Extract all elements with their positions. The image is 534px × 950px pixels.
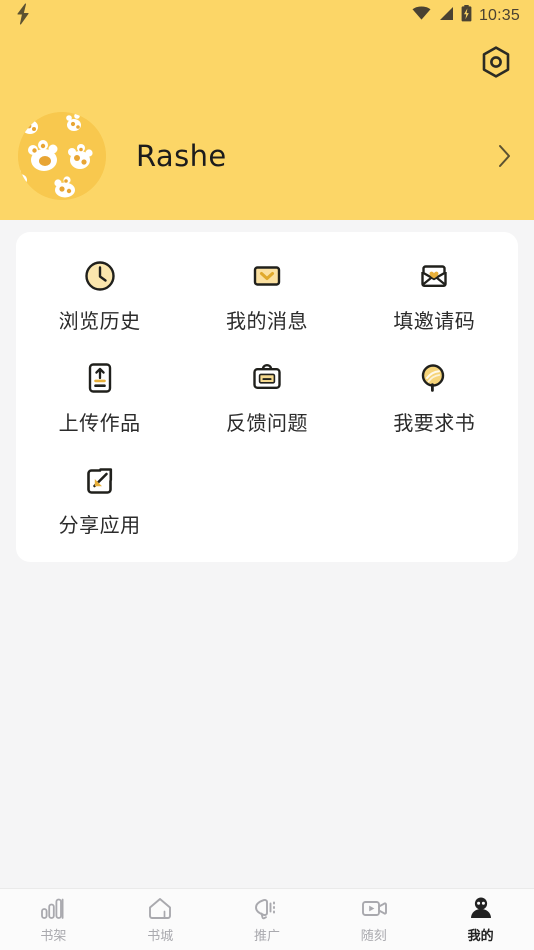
menu-item-label: 我要求书: [393, 411, 476, 435]
tab-label: 书城: [147, 929, 174, 944]
menu-item-label: 浏览历史: [58, 309, 141, 333]
profile-header: Rashe: [0, 32, 534, 220]
avatar[interactable]: [18, 112, 106, 200]
profile-person-icon: [468, 895, 494, 920]
profile-row[interactable]: Rashe: [18, 106, 516, 206]
tab-video[interactable]: 随刻: [320, 889, 427, 950]
tab-label: 书架: [40, 929, 67, 944]
menu-item-label: 填邀请码: [393, 309, 476, 333]
share-external-icon: [82, 462, 118, 498]
menu-item-share-app[interactable]: 分享应用: [16, 462, 183, 538]
menu-grid: 浏览历史 我的消息 填邀请码 上传作品 反馈问题 我要求书 分享应用: [16, 258, 518, 538]
tab-promote[interactable]: 推广: [214, 889, 321, 950]
feedback-clipboard-icon: [249, 360, 285, 396]
menu-card: 浏览历史 我的消息 填邀请码 上传作品 反馈问题 我要求书 分享应用: [16, 232, 518, 562]
username: Rashe: [136, 139, 227, 173]
app-screen: 10:35 Rashe 浏览历史 我的消息 填邀请码 上传作品 反馈问题 我要求…: [0, 0, 534, 950]
paw-avatar: [18, 112, 106, 200]
menu-item-messages[interactable]: 我的消息: [183, 258, 350, 334]
menu-item-label: 反馈问题: [225, 411, 308, 435]
tab-bookstore[interactable]: 书城: [107, 889, 214, 950]
bookshelf-bars-icon: [40, 895, 66, 920]
menu-item-history[interactable]: 浏览历史: [16, 258, 183, 334]
clock-icon: [82, 258, 118, 294]
search-book-icon: [416, 360, 452, 396]
chevron-right-icon[interactable]: [498, 144, 512, 168]
menu-item-invite-code[interactable]: 填邀请码: [351, 258, 518, 334]
tab-bookshelf[interactable]: 书架: [0, 889, 107, 950]
battery-charging-icon: [461, 5, 472, 27]
signal-icon: [438, 6, 454, 26]
tab-label: 我的: [467, 929, 494, 944]
invite-envelope-heart-icon: [416, 258, 452, 294]
tab-mine[interactable]: 我的: [427, 889, 534, 950]
bookstore-home-icon: [147, 895, 173, 920]
status-bar: 10:35: [0, 0, 534, 32]
bottom-tab-bar: 书架 书城 推广 随刻 我的: [0, 888, 534, 950]
wifi-icon: [412, 6, 431, 26]
status-bar-left: [14, 2, 32, 30]
promote-megaphone-icon: [253, 895, 281, 920]
tab-label: 推广: [253, 929, 280, 944]
menu-item-upload[interactable]: 上传作品: [16, 360, 183, 436]
menu-item-feedback[interactable]: 反馈问题: [183, 360, 350, 436]
hex-gear-icon: [481, 45, 511, 83]
status-bar-right: 10:35: [412, 5, 520, 27]
upload-icon: [82, 360, 118, 396]
lightning-bolt-icon: [14, 2, 32, 30]
menu-item-label: 分享应用: [58, 513, 141, 537]
tab-label: 随刻: [360, 929, 387, 944]
status-bar-time: 10:35: [478, 7, 520, 24]
settings-button[interactable]: [476, 44, 516, 84]
menu-item-request-book[interactable]: 我要求书: [351, 360, 518, 436]
message-envelope-icon: [249, 258, 285, 294]
menu-item-label: 上传作品: [58, 411, 141, 435]
video-icon: [360, 895, 388, 920]
menu-item-label: 我的消息: [225, 309, 308, 333]
